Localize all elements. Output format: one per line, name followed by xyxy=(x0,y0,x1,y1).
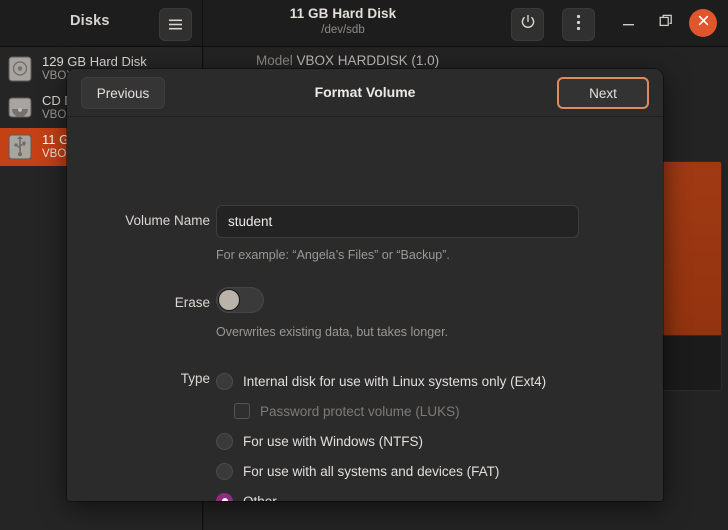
power-button[interactable] xyxy=(511,8,544,41)
partition-bar-used[interactable] xyxy=(659,161,722,336)
erase-hint: Overwrites existing data, but takes long… xyxy=(216,325,449,339)
minimize-button[interactable] xyxy=(615,10,642,37)
disks-application-window: Disks 11 GB Hard Disk /dev/sdb 129 GB Ha… xyxy=(0,0,728,530)
radio-icon xyxy=(216,432,233,450)
volume-name-input[interactable] xyxy=(216,205,579,238)
type-option-fat[interactable]: For use with all systems and devices (FA… xyxy=(216,460,499,482)
minimize-icon xyxy=(622,15,635,33)
power-icon xyxy=(520,14,536,35)
volume-name-label: Volume Name xyxy=(125,213,210,228)
type-option-label: Password protect volume (LUKS) xyxy=(260,403,460,419)
device-title: 11 GB Hard Disk xyxy=(289,6,397,21)
disk-model-line: Model VBOX HARDDISK (1.0) xyxy=(256,53,439,68)
erase-label: Erase xyxy=(174,295,210,310)
checkbox-icon xyxy=(234,403,250,419)
erase-toggle[interactable] xyxy=(216,287,264,313)
type-option-label: For use with Windows (NTFS) xyxy=(243,433,424,449)
radio-icon xyxy=(216,462,233,480)
device-path: /dev/sdb xyxy=(321,24,365,36)
kebab-menu-icon xyxy=(576,14,581,36)
type-option-label: For use with all systems and devices (FA… xyxy=(243,463,500,479)
type-option-label: Internal disk for use with Linux systems… xyxy=(243,373,547,389)
type-option-ntfs[interactable]: For use with Windows (NTFS) xyxy=(216,430,423,452)
maximize-button[interactable] xyxy=(652,10,679,37)
window-titlebar: Disks 11 GB Hard Disk /dev/sdb xyxy=(0,0,728,47)
type-label: Type xyxy=(180,371,210,386)
type-option-label: Other xyxy=(243,493,277,502)
dialog-body: Volume Name For example: “Angela’s Files… xyxy=(67,117,663,501)
dialog-header: Previous Format Volume Next xyxy=(67,69,663,117)
radio-icon xyxy=(216,372,233,390)
hamburger-menu-button[interactable] xyxy=(159,8,192,41)
type-option-ext4[interactable]: Internal disk for use with Linux systems… xyxy=(216,370,546,392)
hard-disk-icon xyxy=(7,55,33,83)
format-volume-dialog: Previous Format Volume Next Volume Name … xyxy=(67,69,663,501)
sidebar-item-name: 129 GB Hard Disk xyxy=(42,53,147,69)
close-button[interactable] xyxy=(689,9,717,37)
hamburger-icon xyxy=(168,18,183,31)
close-icon xyxy=(697,14,710,32)
disk-model-label: Model xyxy=(256,53,293,68)
app-title: Disks xyxy=(70,13,110,29)
cd-drive-icon xyxy=(7,94,33,122)
erase-toggle-knob xyxy=(218,289,240,311)
radio-icon-selected xyxy=(216,492,233,501)
type-option-luks[interactable]: Password protect volume (LUKS) xyxy=(234,400,460,422)
next-button[interactable]: Next xyxy=(557,77,649,109)
type-option-other[interactable]: Other xyxy=(216,490,277,501)
volume-name-hint: For example: “Angela’s Files” or “Backup… xyxy=(216,248,450,262)
maximize-icon xyxy=(659,14,673,33)
usb-drive-icon xyxy=(7,133,33,161)
partition-bar-free[interactable] xyxy=(659,336,722,391)
more-options-button[interactable] xyxy=(562,8,595,41)
disk-model-value: VBOX HARDDISK (1.0) xyxy=(296,53,440,68)
